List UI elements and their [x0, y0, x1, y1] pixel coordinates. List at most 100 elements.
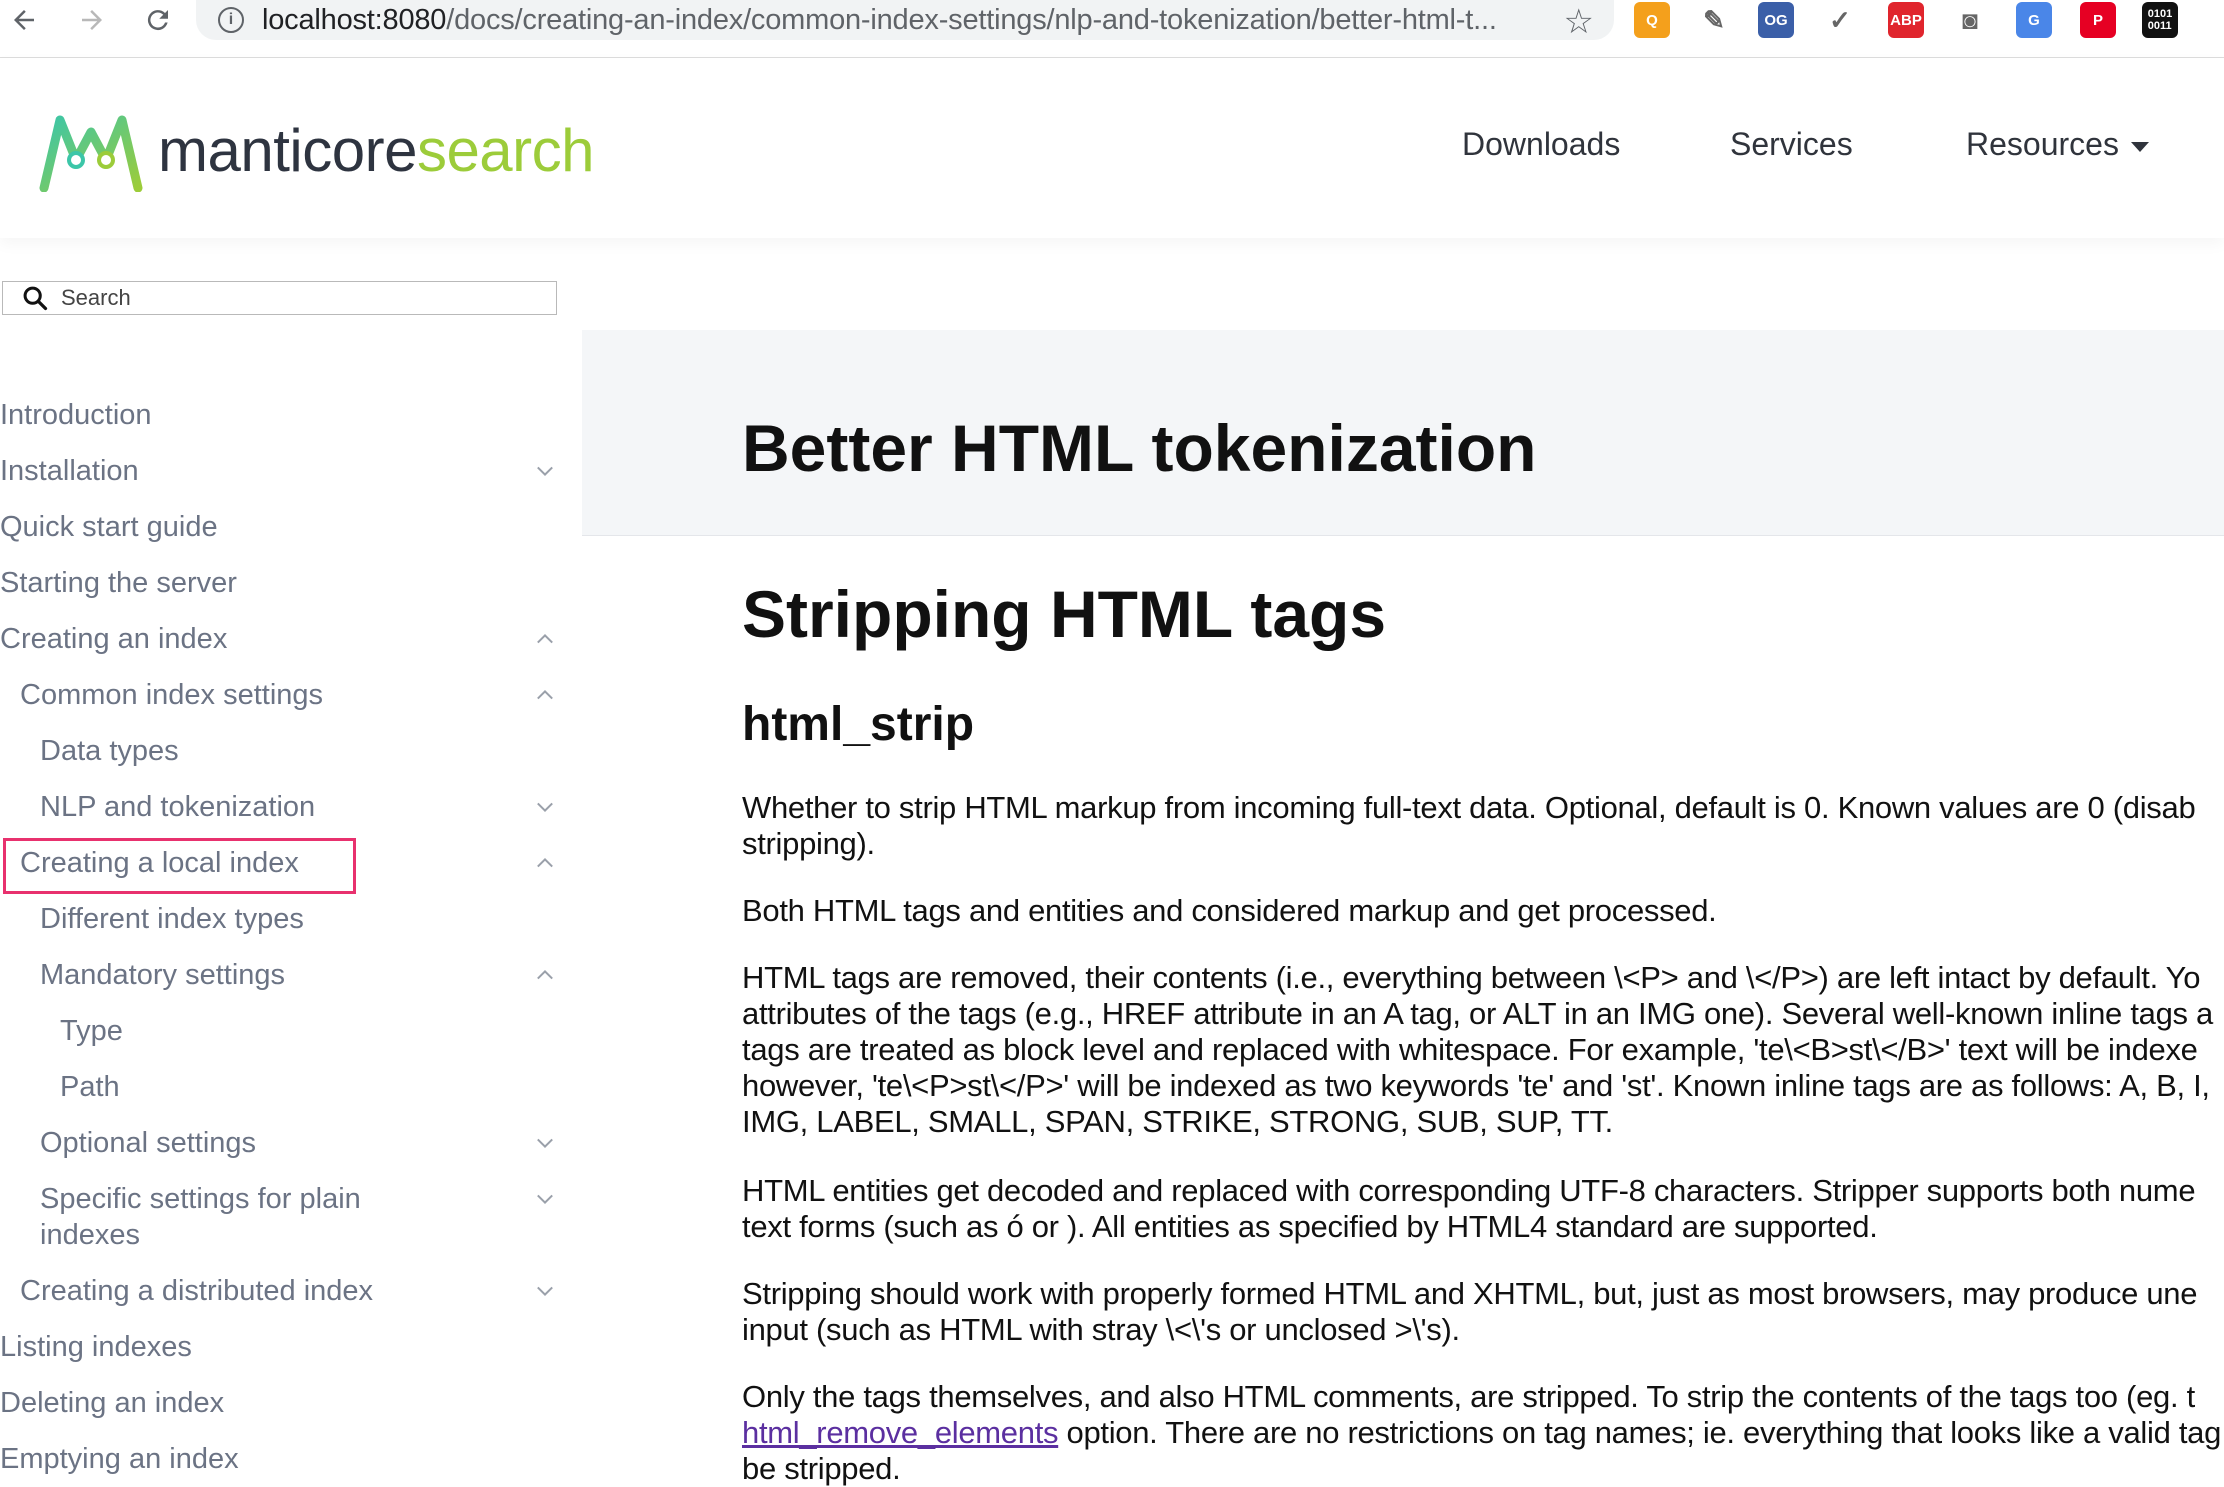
- sidebar-item-label-line2: indexes: [40, 1219, 140, 1251]
- nav-downloads[interactable]: Downloads: [1462, 126, 1620, 163]
- sidebar-item-label: Type: [60, 1015, 123, 1047]
- sidebar-item-label: Introduction: [0, 399, 152, 431]
- subsection-heading: html_strip: [742, 698, 975, 751]
- sidebar-item-creating-a-distributed-index[interactable]: Creating a distributed index: [20, 1273, 373, 1309]
- pinterest-extension-icon[interactable]: P: [2080, 2, 2116, 38]
- arrow-right-icon: [82, 10, 102, 30]
- sidebar-item-creating-an-index[interactable]: Creating an index: [0, 621, 227, 657]
- sidebar-item-nlp-and-tokenization[interactable]: NLP and tokenization: [40, 789, 315, 825]
- paragraph-line: Both HTML tags and entities and consider…: [742, 893, 1717, 928]
- sidebar-item-label: Data types: [40, 735, 179, 767]
- sidebar-item-different-index-types[interactable]: Different index types: [40, 901, 304, 937]
- highlight-box: [3, 838, 356, 894]
- sidebar-item-common-index-settings[interactable]: Common index settings: [20, 677, 323, 713]
- nav-services[interactable]: Services: [1730, 126, 1853, 163]
- sidebar-item-optional-settings[interactable]: Optional settings: [40, 1125, 256, 1161]
- url-text[interactable]: localhost:8080/docs/creating-an-index/co…: [262, 4, 1572, 37]
- translate-extension-icon[interactable]: G: [2016, 2, 2052, 38]
- reload-button[interactable]: [136, 0, 180, 40]
- logo-text-accent: search: [416, 117, 595, 184]
- camera-extension-icon[interactable]: ◙: [1952, 2, 1988, 38]
- sidebar-item-label: Optional settings: [40, 1127, 257, 1159]
- info-icon[interactable]: i: [218, 7, 244, 33]
- sidebar-item-label: NLP and tokenization: [40, 791, 316, 823]
- browser-toolbar: i localhost:8080/docs/creating-an-index/…: [0, 0, 2224, 58]
- sidebar-item-label: Common index settings: [20, 679, 324, 711]
- sidebar-item-label: Creating an index: [0, 623, 228, 655]
- sidebar-item-mandatory-settings[interactable]: Mandatory settings: [40, 957, 285, 993]
- paragraph-line: however, 'te\<P>st\</P>' will be indexed…: [742, 1068, 2210, 1103]
- forward-button[interactable]: [70, 0, 114, 40]
- logo-wordmark[interactable]: manticoresearch: [158, 116, 595, 185]
- page-title: Better HTML tokenization: [742, 411, 1537, 485]
- sidebar-item-data-types[interactable]: Data types: [40, 733, 179, 769]
- search-icon: [23, 286, 48, 311]
- search-input[interactable]: [59, 284, 543, 312]
- og-extension-icon[interactable]: OG: [1758, 2, 1794, 38]
- sidebar-item-deleting-an-index[interactable]: Deleting an index: [0, 1385, 224, 1421]
- chevron-down-icon[interactable]: [536, 1134, 554, 1152]
- paragraph-line: html_remove_elements option. There are n…: [742, 1415, 2221, 1451]
- sidebar-item-label: Emptying an index: [0, 1443, 239, 1475]
- paragraph-line: Only the tags themselves, and also HTML …: [742, 1379, 2195, 1414]
- sidebar-item-label: Quick start guide: [0, 511, 218, 543]
- check-extension-icon[interactable]: ✓: [1822, 2, 1858, 38]
- chevron-up-icon[interactable]: [536, 854, 554, 872]
- sidebar-item-label: Mandatory settings: [40, 959, 286, 991]
- sidebar-item-type[interactable]: Type: [60, 1013, 123, 1049]
- section-heading: Stripping HTML tags: [742, 577, 1387, 651]
- nav-resources-label: Resources: [1966, 126, 2119, 162]
- binary-extension-icon[interactable]: 0101 0011: [2142, 2, 2178, 38]
- orange-search-extension-icon[interactable]: Q: [1634, 2, 1670, 38]
- chevron-up-icon[interactable]: [536, 686, 554, 704]
- paragraph-line: IMG, LABEL, SMALL, SPAN, STRIKE, STRONG,…: [742, 1104, 1613, 1139]
- back-button[interactable]: [2, 0, 46, 40]
- sidebar-item-introduction[interactable]: Introduction: [0, 397, 152, 433]
- paragraph-line: attributes of the tags (e.g., HREF attri…: [742, 996, 2213, 1031]
- paragraph-line: stripping).: [742, 826, 875, 861]
- sidebar-item-path[interactable]: Path: [60, 1069, 120, 1105]
- sidebar-item-specific-settings-for-plain[interactable]: Specific settings for plain indexes: [40, 1181, 361, 1253]
- chevron-down-icon[interactable]: [536, 1190, 554, 1208]
- sidebar-item-label: Creating a distributed index: [20, 1275, 374, 1307]
- sidebar-item-starting-the-server[interactable]: Starting the server: [0, 565, 237, 601]
- caret-down-icon: [2130, 141, 2149, 152]
- paragraph-line: Whether to strip HTML markup from incomi…: [742, 790, 2196, 825]
- paragraph-line: text forms (such as ó or ). All entities…: [742, 1209, 1878, 1244]
- sidebar-item-label: Different index types: [40, 903, 304, 935]
- sidebar-item-label: Deleting an index: [0, 1387, 225, 1419]
- sidebar-item-label: Path: [60, 1071, 120, 1103]
- logo-text-main: manticore: [158, 117, 417, 184]
- bookmark-star-icon[interactable]: ☆: [1564, 2, 1594, 42]
- paragraph-line: HTML tags are removed, their contents (i…: [742, 960, 2201, 995]
- eyedropper-extension-icon[interactable]: ✎: [1696, 2, 1732, 38]
- chevron-down-icon[interactable]: [536, 462, 554, 480]
- sidebar-item-emptying-an-index[interactable]: Emptying an index: [0, 1441, 239, 1477]
- chevron-up-icon[interactable]: [536, 966, 554, 984]
- paragraph-line: be stripped.: [742, 1451, 901, 1486]
- sidebar-item-label: Installation: [0, 455, 139, 487]
- html-remove-elements-link[interactable]: html_remove_elements: [742, 1415, 1059, 1450]
- paragraph-line: HTML entities get decoded and replaced w…: [742, 1173, 2196, 1208]
- chevron-down-icon[interactable]: [536, 1282, 554, 1300]
- chevron-up-icon[interactable]: [536, 630, 554, 648]
- site-header: manticoresearch Downloads Services Resou…: [0, 58, 2224, 238]
- chevron-down-icon[interactable]: [536, 798, 554, 816]
- manticore-logo-icon[interactable]: [38, 110, 144, 192]
- paragraph-line: input (such as HTML with stray \<\'s or …: [742, 1312, 1460, 1347]
- reload-icon: [147, 10, 168, 31]
- paragraph-line: tags are treated as block level and repl…: [742, 1032, 2198, 1067]
- paragraph-line: Stripping should work with properly form…: [742, 1276, 2198, 1311]
- sidebar-item-installation[interactable]: Installation: [0, 453, 139, 489]
- adblock-plus-extension-icon[interactable]: ABP: [1888, 2, 1924, 38]
- sidebar-item-quick-start-guide[interactable]: Quick start guide: [0, 509, 218, 545]
- sidebar-item-label: Starting the server: [0, 567, 237, 599]
- search-box[interactable]: [2, 281, 557, 315]
- sidebar-item-label: Specific settings for plain: [40, 1183, 361, 1215]
- sidebar-item-listing-indexes[interactable]: Listing indexes: [0, 1329, 192, 1365]
- address-bar[interactable]: i localhost:8080/docs/creating-an-index/…: [196, 0, 1614, 42]
- url-host: localhost:8080: [262, 3, 447, 36]
- url-path: /docs/creating-an-index/common-index-set…: [446, 3, 1497, 36]
- sidebar-item-label: Listing indexes: [0, 1331, 192, 1363]
- nav-resources[interactable]: Resources: [1966, 126, 2149, 163]
